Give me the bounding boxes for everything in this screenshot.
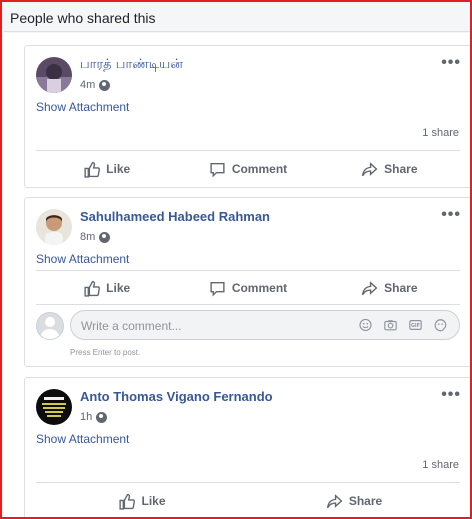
post-time[interactable]: 8m [80,231,95,243]
more-options-icon[interactable]: ••• [441,206,461,224]
post-meta: 4m [80,79,111,91]
share-arrow-icon [362,280,378,295]
share-arrow-icon [326,493,343,508]
share-button[interactable]: Share [248,485,460,517]
thumbs-up-icon [84,161,101,178]
public-globe-icon [99,231,111,243]
comment-tools: GIF [358,318,448,332]
like-button[interactable]: Like [36,272,177,304]
show-attachment-link[interactable]: Show Attachment [36,252,129,266]
post-actions: Like Comment Share [36,272,460,304]
share-label: Share [348,494,383,508]
author-name[interactable]: பாரத் பாண்டியன் [80,57,183,73]
shares-dialog: People who shared this பாரத் பாண்டியன் 4… [0,0,472,519]
camera-icon[interactable] [383,318,398,332]
current-user-avatar [36,312,64,340]
comment-hint: Press Enter to post. [70,348,141,357]
like-button[interactable]: Like [36,153,177,185]
shares-list[interactable]: பாரத் பாண்டியன் 4m ••• Show Attachment 1… [4,33,470,517]
post-meta: 8m [80,231,111,243]
thumbs-up-icon [119,493,136,510]
author-avatar[interactable] [36,57,72,93]
share-label: Share [384,281,418,295]
divider [36,150,460,151]
share-button[interactable]: Share [319,153,460,185]
dialog-header: People who shared this [4,4,470,32]
post-time[interactable]: 4m [80,79,95,91]
share-post-card: Anto Thomas Vigano Fernando 1h ••• Show … [24,377,470,517]
public-globe-icon [99,79,111,91]
show-attachment-link[interactable]: Show Attachment [36,100,129,114]
author-avatar[interactable] [36,209,72,245]
sticker-icon[interactable] [433,318,448,332]
gif-icon[interactable]: GIF [408,318,423,332]
more-options-icon[interactable]: ••• [441,386,461,404]
like-label: Like [106,162,131,176]
author-avatar[interactable] [36,389,72,425]
comment-button[interactable]: Comment [177,153,318,185]
comment-composer: Write a comment... GIF [36,310,460,342]
post-actions: Like Share [36,485,460,517]
post-time[interactable]: 1h [80,411,92,423]
dialog-title: People who shared this [10,10,156,26]
divider [36,304,460,305]
share-arrow-icon [362,161,378,176]
like-button[interactable]: Like [36,485,248,517]
post-meta: 1h [80,411,108,423]
like-label: Like [106,281,131,295]
thumbs-up-icon [84,280,101,297]
public-globe-icon [96,411,108,423]
share-post-card: Sahulhameed Habeed Rahman 8m ••• Show At… [24,197,470,367]
comment-label: Comment [231,162,288,176]
emoji-icon[interactable] [358,318,373,332]
like-label: Like [141,494,166,508]
author-name[interactable]: Sahulhameed Habeed Rahman [80,209,270,224]
comment-bubble-icon [210,162,225,178]
share-label: Share [384,162,418,176]
divider [36,482,460,483]
share-post-card: பாரத் பாண்டியன் 4m ••• Show Attachment 1… [24,45,470,188]
show-attachment-link[interactable]: Show Attachment [36,432,129,446]
comment-bubble-icon [210,281,225,297]
svg-text:GIF: GIF [411,323,420,329]
divider [36,270,460,271]
share-count[interactable]: 1 share [422,127,459,139]
post-actions: Like Comment Share [36,153,460,185]
share-count[interactable]: 1 share [422,459,459,471]
comment-button[interactable]: Comment [177,272,318,304]
comment-label: Comment [231,281,288,295]
author-name[interactable]: Anto Thomas Vigano Fernando [80,389,273,404]
more-options-icon[interactable]: ••• [441,54,461,72]
share-button[interactable]: Share [319,272,460,304]
